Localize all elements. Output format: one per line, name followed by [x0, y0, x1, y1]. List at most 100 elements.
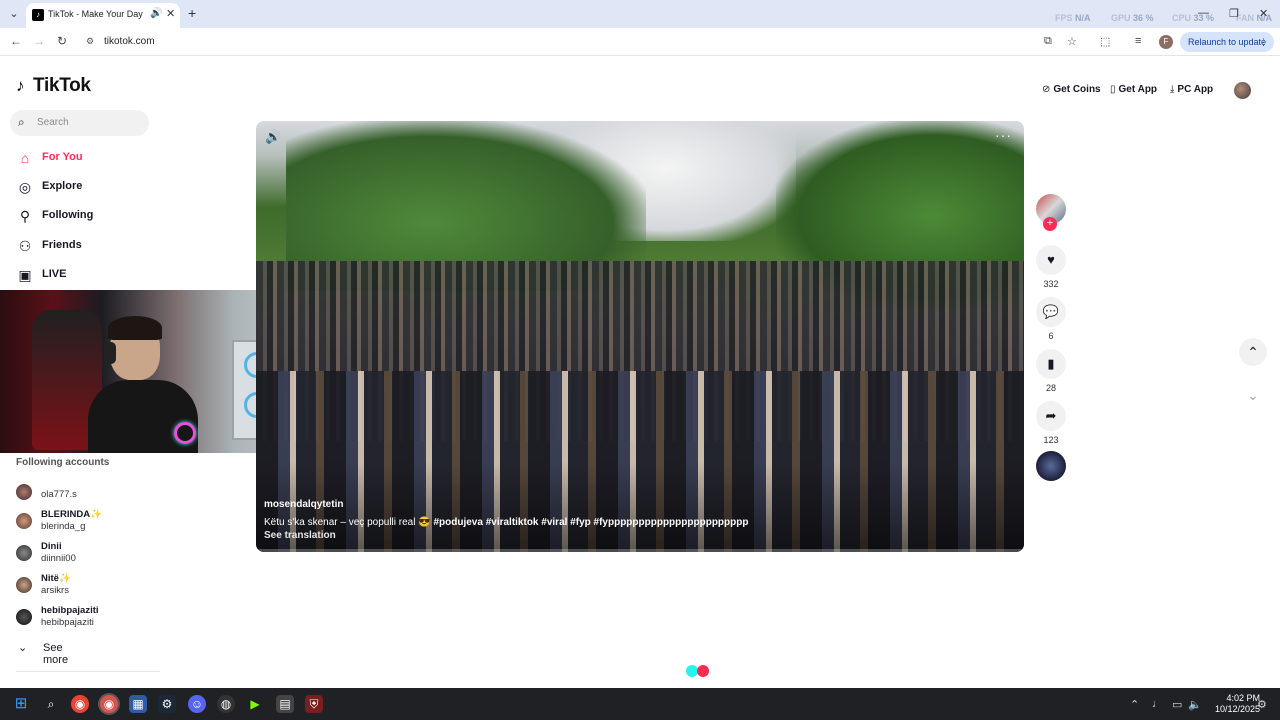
clock-time: 4:02 PM	[1226, 693, 1260, 703]
window-close-icon[interactable]: ✕	[1259, 7, 1268, 20]
compass-icon: ◎	[18, 179, 32, 195]
loading-dot-pink	[697, 665, 709, 677]
user-avatar[interactable]	[1234, 82, 1251, 99]
microphone-icon[interactable]: ♩	[1152, 698, 1163, 710]
security-app-icon[interactable]: ⛨	[305, 695, 323, 713]
taskbar-clock[interactable]: 4:02 PM 10/12/2025	[1204, 693, 1260, 715]
overlay-gpu: GPU 36 %	[1111, 13, 1154, 23]
account-handle: arsikrs	[41, 585, 69, 596]
account-handle: hebibpajaziti	[41, 617, 94, 628]
save-count: 28	[1045, 383, 1056, 393]
nav-label: Friends	[42, 239, 82, 251]
search-icon[interactable]: ⌕	[42, 695, 60, 713]
browser-tab-strip: ⌄ ♪ TikTok - Make Your Day 🔊 ✕ + FPS N/A…	[0, 0, 1280, 28]
next-video-button[interactable]: ⌄	[1239, 381, 1267, 409]
live-icon: ▣	[18, 267, 32, 283]
site-info-icon[interactable]: ⚙	[86, 36, 98, 46]
media-control-icon[interactable]: ≡	[1135, 35, 1141, 47]
search-input[interactable]: ⌕ Search	[10, 110, 149, 136]
comment-count: 6	[1048, 331, 1054, 341]
discord-icon[interactable]: ☺	[188, 695, 206, 713]
minimize-icon[interactable]: —	[1198, 7, 1209, 19]
steam-icon[interactable]: ⚙	[158, 695, 176, 713]
tiktok-logo[interactable]: ♪ TikTok	[16, 75, 91, 97]
extensions-icon[interactable]: ⬚	[1100, 35, 1110, 48]
previous-video-button[interactable]: ⌃	[1239, 338, 1267, 366]
back-icon[interactable]: ←	[10, 34, 22, 48]
nvidia-icon[interactable]: ▶	[246, 695, 264, 713]
account-name: Dinii	[41, 541, 62, 552]
caption-hashtags[interactable]: #podujeva #viraltiktok #viral #fyp #fypp…	[433, 517, 748, 528]
windows-start-icon[interactable]: ⊞	[12, 695, 30, 713]
volume-icon[interactable]: 🔊	[265, 129, 281, 145]
home-icon: ⌂	[20, 150, 30, 166]
new-tab-button[interactable]: +	[188, 5, 196, 21]
app-icon[interactable]: ▦	[129, 695, 147, 713]
video-player[interactable]: 🔊 ··· mosendalqytetin Këtu s'ka skenar –…	[256, 121, 1024, 552]
relaunch-update-button[interactable]: Relaunch to update ⋮	[1180, 32, 1274, 52]
video-author[interactable]: mosendalqytetin	[264, 499, 343, 510]
see-translation-link[interactable]: See translation	[264, 530, 336, 541]
coin-icon: ⊘	[1042, 84, 1051, 95]
tiktok-favicon-icon: ♪	[32, 9, 44, 21]
following-accounts-title: Following accounts	[16, 457, 110, 468]
chrome-icon[interactable]: ◉	[71, 695, 89, 713]
pc-app-button[interactable]: ⤓ PC App	[1170, 84, 1213, 95]
nav-label: For You	[42, 151, 83, 163]
tab-search-dropdown-icon[interactable]: ⌄	[6, 6, 22, 22]
forward-icon[interactable]: →	[33, 34, 45, 48]
heart-icon[interactable]: ♥	[1036, 245, 1066, 275]
webcam-overlay	[0, 290, 291, 453]
account-handle: diinnii00	[41, 553, 76, 564]
install-app-icon[interactable]: ⧉	[1044, 35, 1052, 48]
url-text[interactable]: tikotok.com	[104, 36, 155, 47]
like-action[interactable]: ♥ 332	[1036, 245, 1066, 289]
browser-tab-tiktok[interactable]: ♪ TikTok - Make Your Day 🔊 ✕	[26, 3, 180, 28]
speaker-icon[interactable]: 🔈	[1188, 698, 1202, 711]
network-icon[interactable]: ▭	[1172, 698, 1182, 711]
reload-icon[interactable]: ↻	[57, 34, 67, 48]
search-icon: ⌕	[18, 115, 25, 129]
tab-audio-icon[interactable]: 🔊	[150, 8, 162, 19]
caption-text: Këtu s'ka skenar – veç populli real 😎	[264, 517, 431, 528]
clock-date: 10/12/2025	[1214, 704, 1260, 714]
account-name: hebibpajaziti	[41, 605, 99, 616]
chevron-down-icon: ⌄	[18, 642, 28, 654]
get-app-button[interactable]: ▯ Get App	[1110, 84, 1157, 95]
tab-close-icon[interactable]: ✕	[166, 7, 175, 20]
like-count: 332	[1043, 279, 1059, 289]
browser-profile-avatar[interactable]: F	[1159, 35, 1173, 49]
nav-label: LIVE	[42, 268, 67, 280]
music-disc-icon[interactable]	[1036, 451, 1066, 481]
share-action[interactable]: ➦ 123	[1036, 401, 1066, 445]
calculator-icon[interactable]: ▤	[276, 695, 294, 713]
get-coins-button[interactable]: ⊘ Get Coins	[1042, 84, 1101, 95]
avatar	[16, 513, 32, 529]
avatar	[16, 577, 32, 593]
restore-icon[interactable]: ❐	[1229, 7, 1239, 20]
windows-taskbar: ⊞ ⌕ ◉ ◉ ▦ ⚙ ☺ ◍ ▶ ▤ ⛨ ⌃ ♩ ▭ 🔈 4:02 PM 10…	[0, 688, 1280, 720]
bookmark-icon[interactable]: ▮	[1036, 349, 1066, 379]
notifications-icon[interactable]: ⚙	[1257, 698, 1267, 711]
share-icon[interactable]: ➦	[1036, 401, 1066, 431]
chrome-active-icon[interactable]: ◉	[100, 695, 118, 713]
account-handle: blerinda_g	[41, 521, 86, 532]
more-options-icon[interactable]: ···	[995, 127, 1012, 143]
bookmark-star-icon[interactable]: ☆	[1067, 35, 1077, 48]
address-bar[interactable]: ⚙ tikotok.com	[80, 31, 1086, 53]
tab-title: TikTok - Make Your Day	[48, 9, 143, 19]
avatar	[16, 609, 32, 625]
sidebar-divider	[16, 671, 160, 672]
save-action[interactable]: ▮ 28	[1036, 349, 1066, 393]
follow-plus-icon[interactable]: +	[1043, 217, 1057, 231]
search-placeholder: Search	[37, 117, 69, 128]
phone-icon: ▯	[1110, 84, 1116, 95]
tiktok-note-icon: ♪	[16, 76, 25, 95]
browser-menu-icon[interactable]: ⋮	[1259, 32, 1268, 52]
comment-action[interactable]: 💬 6	[1036, 297, 1066, 341]
tray-overflow-icon[interactable]: ⌃	[1130, 698, 1139, 711]
share-count: 123	[1043, 435, 1059, 445]
obs-icon[interactable]: ◍	[217, 695, 235, 713]
comment-icon[interactable]: 💬	[1036, 297, 1066, 327]
video-progress-bar[interactable]	[256, 549, 1024, 552]
